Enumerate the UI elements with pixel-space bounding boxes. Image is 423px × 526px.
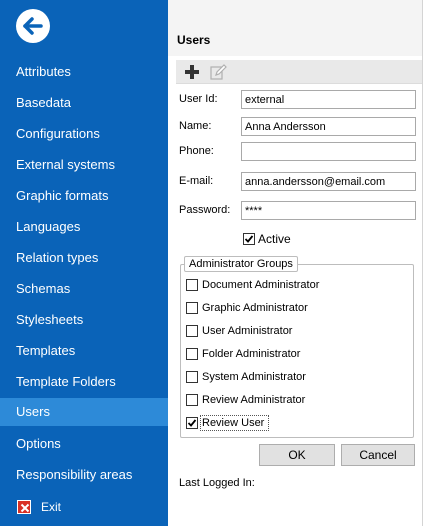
last-logged-in-label: Last Logged In: [179, 477, 255, 489]
plus-icon [185, 65, 199, 79]
sidebar-item-relation-types[interactable]: Relation types [0, 244, 168, 272]
sidebar-item-users[interactable]: Users [0, 398, 168, 426]
sidebar-item-schemas[interactable]: Schemas [0, 275, 168, 303]
folder-admin-label: Folder Administrator [202, 348, 301, 360]
exit-label: Exit [41, 500, 62, 514]
email-label: E-mail: [179, 175, 214, 187]
system-admin-label: System Administrator [202, 371, 306, 383]
sidebar-item-options[interactable]: Options [0, 430, 168, 458]
sidebar-item-templates[interactable]: Templates [0, 337, 168, 365]
edit-icon [210, 64, 227, 80]
add-user-button[interactable] [182, 62, 202, 82]
folder-admin-checkbox[interactable] [186, 348, 198, 360]
edit-user-button[interactable] [208, 62, 228, 82]
graphic-admin-label: Graphic Administrator [202, 302, 308, 314]
exit-icon [17, 500, 31, 514]
page-title: Users [177, 33, 211, 47]
sidebar-item-languages[interactable]: Languages [0, 213, 168, 241]
sidebar-item-basedata[interactable]: Basedata [0, 89, 168, 117]
name-field[interactable] [241, 117, 416, 136]
phone-label: Phone: [179, 145, 214, 157]
sidebar: Attributes Basedata Configurations Exter… [0, 0, 168, 526]
sidebar-item-responsibility-areas[interactable]: Responsibility areas [0, 461, 168, 489]
sidebar-item-external-systems[interactable]: External systems [0, 151, 168, 179]
sidebar-item-graphic-formats[interactable]: Graphic formats [0, 182, 168, 210]
user-admin-label: User Administrator [202, 325, 293, 337]
checkmark-icon [187, 419, 197, 427]
sidebar-item-stylesheets[interactable]: Stylesheets [0, 306, 168, 334]
exit-button[interactable]: Exit [0, 495, 168, 521]
admin-groups-title: Administrator Groups [184, 256, 298, 272]
review-admin-label: Review Administrator [202, 394, 306, 406]
document-admin-label: Document Administrator [202, 279, 320, 291]
active-checkbox[interactable] [243, 233, 255, 245]
graphic-admin-checkbox[interactable] [186, 302, 198, 314]
phone-field[interactable] [241, 142, 416, 161]
review-user-checkbox[interactable] [186, 417, 198, 429]
back-arrow-icon [23, 17, 43, 35]
active-label: Active [258, 232, 291, 246]
header-band [168, 0, 422, 56]
user-id-label: User Id: [179, 93, 218, 105]
back-button[interactable] [16, 9, 50, 43]
email-field[interactable] [241, 172, 416, 191]
user-admin-checkbox[interactable] [186, 325, 198, 337]
name-label: Name: [179, 120, 212, 132]
toolbar [176, 60, 422, 84]
review-user-label: Review User [202, 417, 265, 429]
ok-button[interactable]: OK [259, 444, 335, 466]
checkmark-icon [244, 235, 254, 243]
password-label: Password: [179, 204, 231, 216]
sidebar-item-attributes[interactable]: Attributes [0, 58, 168, 86]
user-id-field[interactable] [241, 90, 416, 109]
review-admin-checkbox[interactable] [186, 394, 198, 406]
sidebar-item-template-folders[interactable]: Template Folders [0, 368, 168, 396]
cancel-button[interactable]: Cancel [341, 444, 415, 466]
document-admin-checkbox[interactable] [186, 279, 198, 291]
system-admin-checkbox[interactable] [186, 371, 198, 383]
sidebar-item-configurations[interactable]: Configurations [0, 120, 168, 148]
password-field[interactable] [241, 201, 416, 220]
